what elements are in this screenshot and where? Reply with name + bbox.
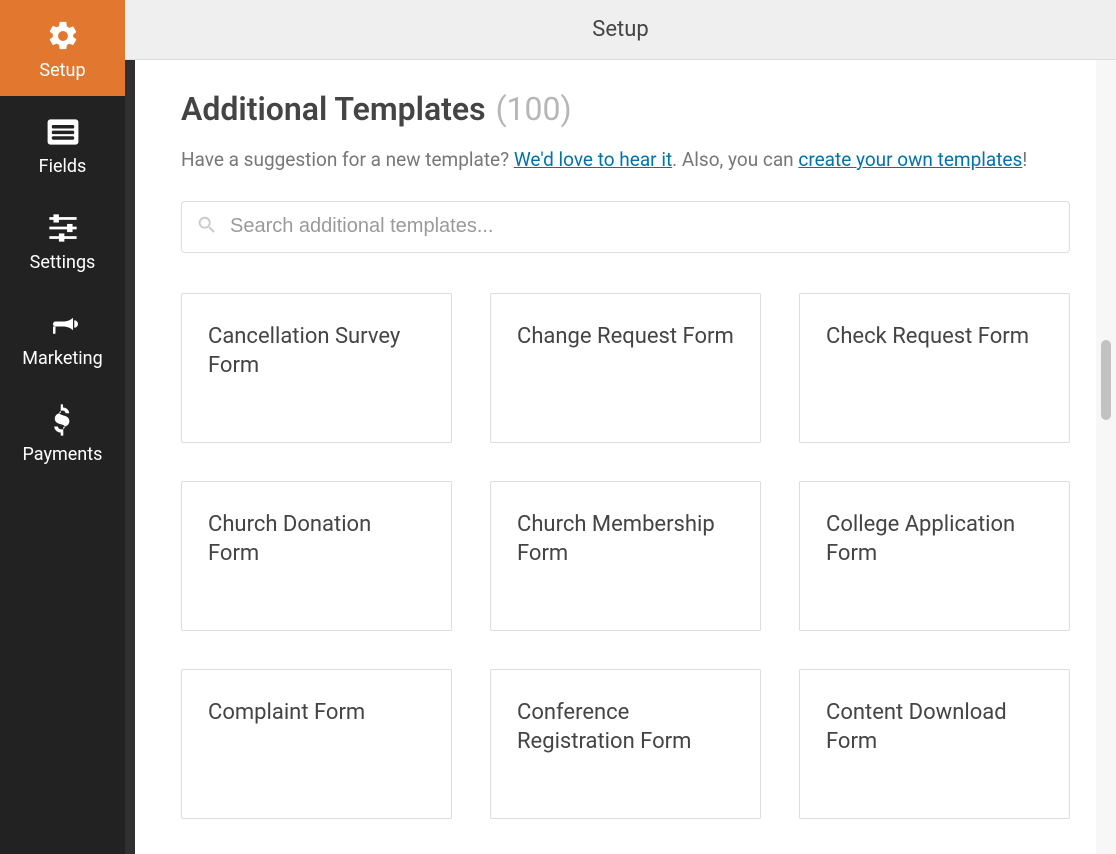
- sidebar: Setup Fields Settings Marketing: [0, 0, 125, 854]
- template-title: Conference Registration Form: [517, 698, 734, 757]
- template-card[interactable]: Change Request Form: [490, 293, 761, 443]
- sidebar-item-settings[interactable]: Settings: [0, 192, 125, 288]
- template-title: Change Request Form: [517, 322, 734, 352]
- search-icon: [196, 214, 218, 240]
- template-card[interactable]: Conference Registration Form: [490, 669, 761, 819]
- sidebar-item-label: Settings: [30, 252, 96, 273]
- search-input[interactable]: [230, 215, 1055, 238]
- bullhorn-icon: [46, 304, 80, 344]
- template-card[interactable]: Content Download Form: [799, 669, 1070, 819]
- sliders-icon: [46, 208, 80, 248]
- section-heading: Additional Templates: [181, 90, 486, 128]
- gear-icon: [46, 16, 80, 56]
- page-header: Additional Templates (100): [181, 90, 1070, 128]
- scrollbar-thumb[interactable]: [1101, 340, 1111, 420]
- template-title: College Application Form: [826, 510, 1043, 569]
- sidebar-item-setup[interactable]: Setup: [0, 0, 125, 96]
- create-template-link[interactable]: create your own templates: [798, 148, 1022, 171]
- sidebar-item-label: Marketing: [22, 348, 102, 369]
- sidebar-item-label: Payments: [23, 444, 103, 465]
- desc-text-prefix: Have a suggestion for a new template?: [181, 148, 514, 171]
- desc-text-suffix: !: [1022, 148, 1027, 171]
- sidebar-item-payments[interactable]: Payments: [0, 384, 125, 480]
- sidebar-item-label: Fields: [39, 156, 87, 177]
- sidebar-item-fields[interactable]: Fields: [0, 96, 125, 192]
- search-box[interactable]: [181, 201, 1070, 253]
- desc-text-mid: . Also, you can: [672, 148, 798, 171]
- sidebar-item-label: Setup: [39, 60, 85, 81]
- feedback-link[interactable]: We'd love to hear it: [514, 148, 672, 171]
- template-card[interactable]: Church Membership Form: [490, 481, 761, 631]
- template-title: Content Download Form: [826, 698, 1043, 757]
- sidebar-item-marketing[interactable]: Marketing: [0, 288, 125, 384]
- template-card[interactable]: Cancellation Survey Form: [181, 293, 452, 443]
- topbar: Setup: [125, 0, 1116, 60]
- template-title: Church Membership Form: [517, 510, 734, 569]
- content: Additional Templates (100) Have a sugges…: [135, 60, 1116, 854]
- content-wrap: Additional Templates (100) Have a sugges…: [125, 60, 1116, 854]
- dollar-icon: [52, 400, 74, 440]
- template-title: Check Request Form: [826, 322, 1043, 352]
- template-count: (100): [496, 90, 572, 128]
- template-title: Complaint Form: [208, 698, 425, 728]
- section-description: Have a suggestion for a new template? We…: [181, 146, 1070, 175]
- template-card[interactable]: College Application Form: [799, 481, 1070, 631]
- template-title: Cancellation Survey Form: [208, 322, 425, 381]
- page-title: Setup: [592, 17, 648, 42]
- template-card[interactable]: Check Request Form: [799, 293, 1070, 443]
- template-grid: Cancellation Survey Form Change Request …: [181, 293, 1070, 819]
- template-title: Church Donation Form: [208, 510, 425, 569]
- scrollbar[interactable]: [1096, 60, 1116, 854]
- template-card[interactable]: Complaint Form: [181, 669, 452, 819]
- template-card[interactable]: Church Donation Form: [181, 481, 452, 631]
- fields-icon: [46, 112, 80, 152]
